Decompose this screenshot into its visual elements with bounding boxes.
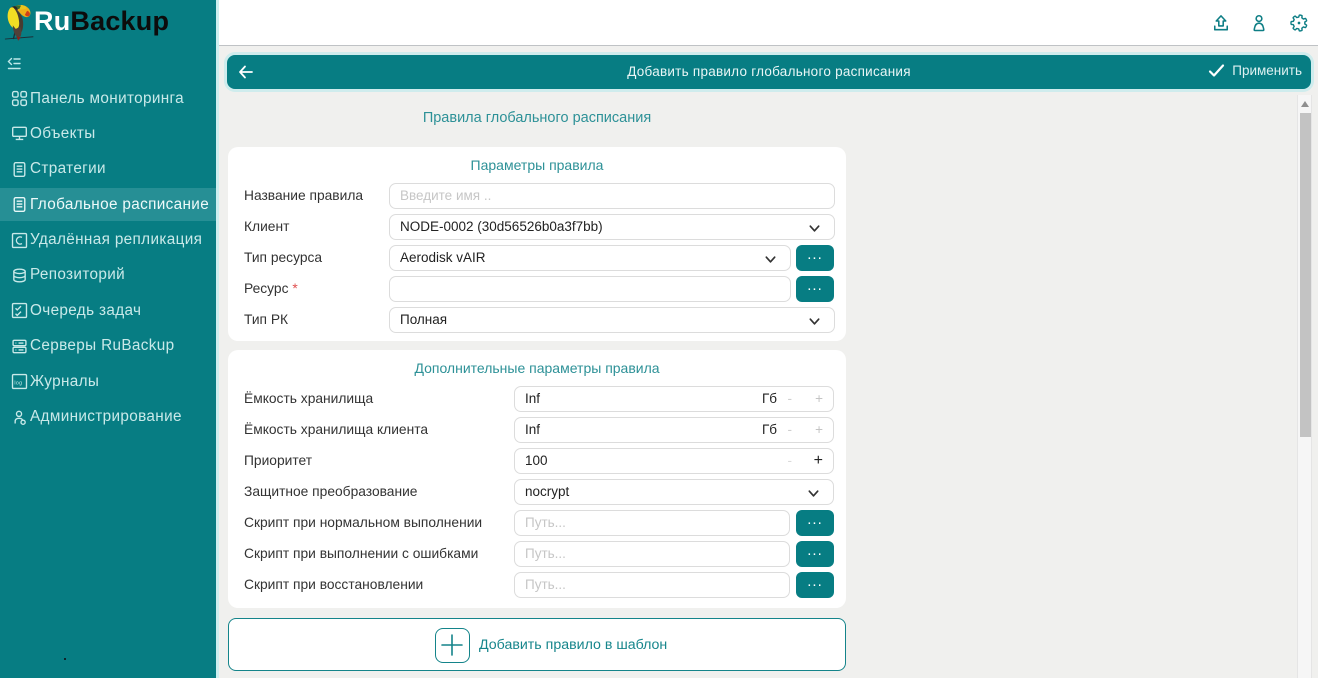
svg-text:log: log bbox=[14, 381, 22, 387]
